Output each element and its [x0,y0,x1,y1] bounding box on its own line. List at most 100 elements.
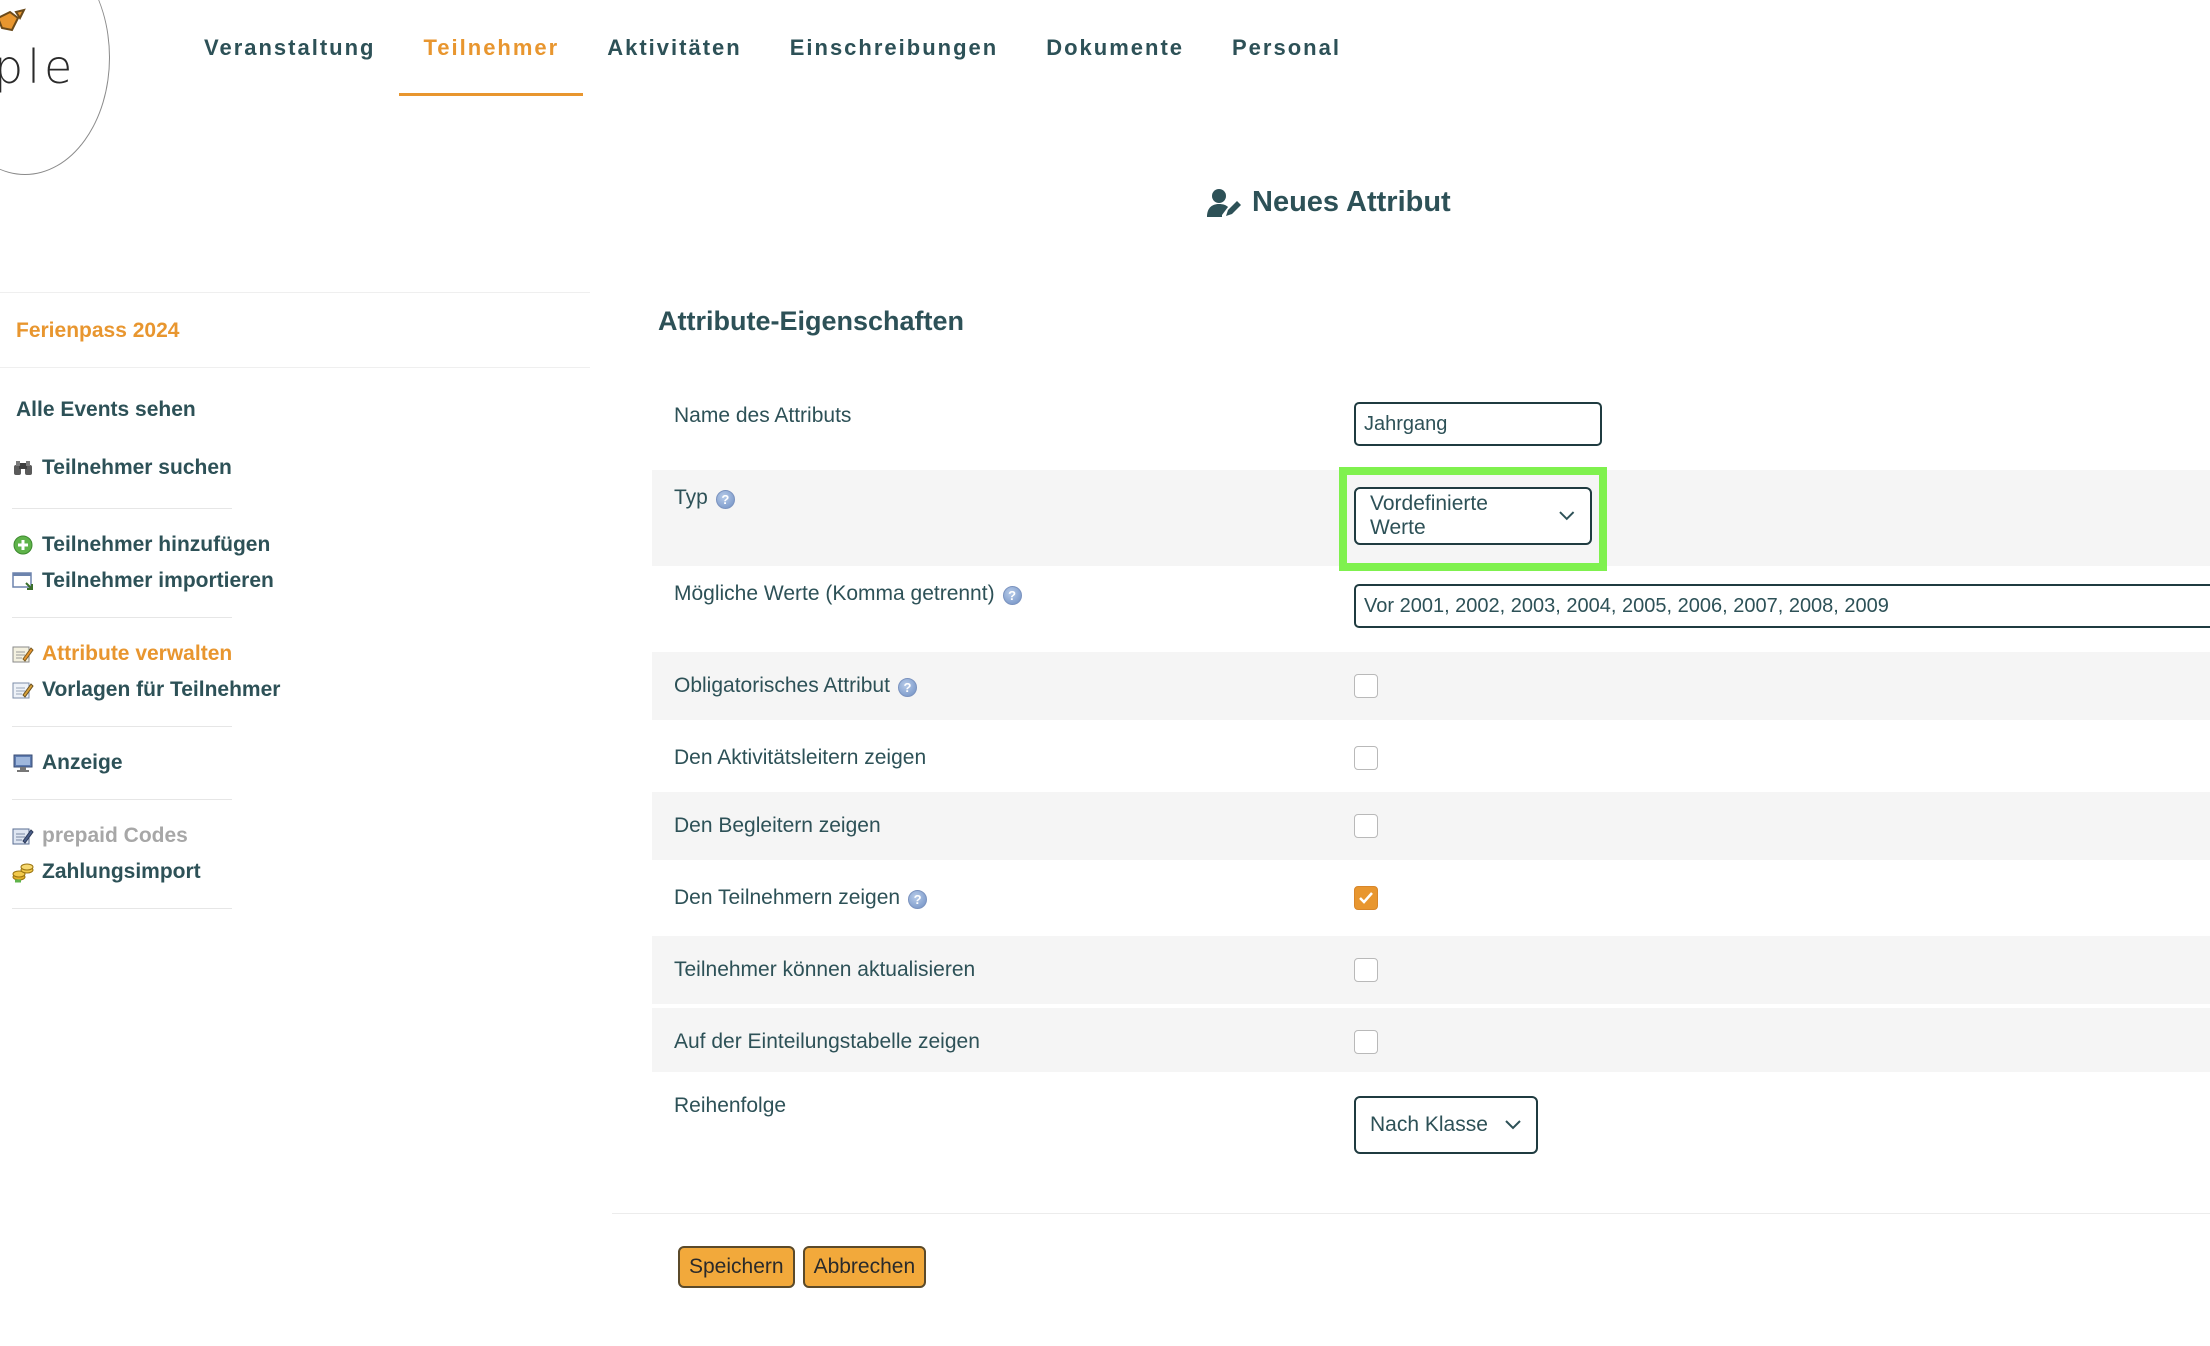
checkbox-cell [1342,936,2210,1004]
section-title: Attribute-Eigenschaften [658,306,965,336]
checkbox-label-text: Obligatorisches Attribut [674,674,890,697]
sidebar-divider [12,908,232,909]
form-row-checkbox: Den Aktivitätsleitern zeigen [652,720,2210,792]
tab-personal[interactable]: Personal [1208,0,1365,96]
form-row-checkbox: Auf der Einteilungstabelle zeigen [652,1004,2210,1072]
logo-icon [0,8,26,32]
form-row-name: Name des Attributs [652,388,2210,470]
user-edit-icon [1207,188,1241,217]
checkbox-label-text: Den Teilnehmern zeigen [674,886,901,909]
values-field-cell [1342,566,2210,652]
name-field-cell [1342,388,2210,470]
type-label: Typ ? [652,470,1342,566]
sidebar-item-teilnehmer-hinzufuegen[interactable]: Teilnehmer hinzufügen [12,527,590,563]
sidebar-item-vorlagen-teilnehmer[interactable]: Vorlagen für Teilnehmer [12,672,590,708]
logo-text: ple [0,40,77,94]
sidebar-group-attributes: Attribute verwalten Vorlagen für Teilneh… [0,618,590,726]
order-select[interactable]: Nach Klasse [1354,1096,1538,1154]
checkmark-icon [1359,892,1373,904]
form-row-checkbox: Teilnehmer können aktualisieren [652,936,2210,1004]
save-button[interactable]: Speichern [678,1246,795,1288]
name-label-text: Name des Attributs [674,404,852,427]
form-row-checkbox: Obligatorisches Attribut ? [652,652,2210,720]
type-label-text: Typ [674,486,708,509]
sidebar-all-events[interactable]: Alle Events sehen [0,368,590,442]
tab-teilnehmer[interactable]: Teilnehmer [399,0,583,96]
monitor-icon [12,752,34,774]
checkbox-cell [1342,720,2210,792]
type-select-value: Vordefinierte Werte [1370,492,1488,539]
form-row-checkbox: Den Teilnehmern zeigen ? [652,860,2210,936]
cancel-button[interactable]: Abbrechen [802,1246,927,1288]
possible-values-input[interactable] [1354,584,2210,628]
sidebar-group-search: Teilnehmer suchen [0,442,590,508]
sidebar-group-payment: prepaid Codes Zahlungsimport [0,800,590,908]
sidebar-group-add: Teilnehmer hinzufügen Teilnehmer importi… [0,509,590,617]
attribute-form: Name des Attributs Typ ? Vordefinierte W… [652,388,2210,1182]
checkbox-cell [1342,652,2210,720]
import-icon [12,570,34,592]
template-icon [12,679,34,701]
checkbox-label: Obligatorisches Attribut ? [652,652,1342,720]
checkbox-label-text: Auf der Einteilungstabelle zeigen [674,1030,980,1053]
sidebar-event-title[interactable]: Ferienpass 2024 [0,292,590,368]
show-on-allocation-table-checkbox[interactable] [1354,1030,1378,1054]
form-row-values: Mögliche Werte (Komma getrennt) ? [652,566,2210,652]
help-icon[interactable]: ? [908,890,928,909]
sidebar-group-display: Anzeige [0,727,590,799]
top-navigation: Veranstaltung Teilnehmer Aktivitäten Ein… [180,0,1365,96]
checkbox-label-text: Den Begleitern zeigen [674,814,881,837]
sidebar-item-teilnehmer-importieren[interactable]: Teilnehmer importieren [12,563,590,599]
checkbox-label: Auf der Einteilungstabelle zeigen [652,1008,1342,1072]
sidebar-item-label: prepaid Codes [42,824,188,847]
help-icon[interactable]: ? [1002,586,1022,605]
help-icon[interactable]: ? [897,678,917,697]
sidebar-item-label: Teilnehmer suchen [42,456,232,479]
app-root: ple Veranstaltung Teilnehmer Aktivitäten… [0,0,2210,1346]
chevron-down-icon [1505,1120,1521,1130]
checkbox-label: Den Aktivitätsleitern zeigen [652,720,1342,792]
checkbox-cell [1342,860,2210,936]
sidebar-item-attribute-verwalten[interactable]: Attribute verwalten [12,636,590,672]
page-title: Neues Attribut [1206,186,1451,219]
sidebar-item-label: Teilnehmer hinzufügen [42,533,271,556]
obligatory-checkbox[interactable] [1354,674,1378,698]
sidebar: Ferienpass 2024 Alle Events sehen Teilne… [0,292,590,909]
checkbox-cell [1342,1008,2210,1072]
form-divider [612,1213,2210,1214]
values-label-text: Mögliche Werte (Komma getrennt) [674,582,995,605]
help-icon[interactable]: ? [715,490,735,509]
order-field-cell: Nach Klasse [1342,1072,2210,1182]
tab-aktivitaeten[interactable]: Aktivitäten [583,0,765,96]
checkbox-label: Teilnehmer können aktualisieren [652,936,1342,1004]
show-participants-checkbox[interactable] [1354,886,1378,910]
show-activity-leaders-checkbox[interactable] [1354,746,1378,770]
chevron-down-icon [1559,511,1575,521]
form-actions: Speichern Abbrechen [678,1246,927,1288]
sidebar-item-label: Attribute verwalten [42,642,233,665]
sidebar-item-zahlungsimport[interactable]: Zahlungsimport [12,854,590,890]
sidebar-item-anzeige[interactable]: Anzeige [12,745,590,781]
binoculars-icon [12,457,34,479]
name-input[interactable] [1354,402,1602,446]
order-select-value: Nach Klasse [1370,1113,1488,1136]
participants-can-update-checkbox[interactable] [1354,958,1378,982]
note-pencil-icon [12,825,34,847]
page-title-text: Neues Attribut [1252,186,1451,218]
checkbox-label: Den Teilnehmern zeigen ? [652,860,1342,936]
order-label: Reihenfolge [652,1072,1342,1182]
sidebar-item-label: Vorlagen für Teilnehmer [42,678,281,701]
sidebar-item-teilnehmer-suchen[interactable]: Teilnehmer suchen [12,450,590,486]
checkbox-label-text: Teilnehmer können aktualisieren [674,958,976,981]
tab-dokumente[interactable]: Dokumente [1022,0,1208,96]
form-row-type: Typ ? Vordefinierte Werte [652,467,2210,571]
add-circle-icon [12,534,34,556]
type-select[interactable]: Vordefinierte Werte [1354,487,1592,545]
sidebar-item-prepaid-codes[interactable]: prepaid Codes [12,818,590,854]
tab-einschreibungen[interactable]: Einschreibungen [766,0,1022,96]
sidebar-item-label: Anzeige [42,751,123,774]
show-companions-checkbox[interactable] [1354,814,1378,838]
checkbox-cell [1342,792,2210,860]
sidebar-item-label: Zahlungsimport [42,860,201,883]
tab-veranstaltung[interactable]: Veranstaltung [180,0,399,96]
